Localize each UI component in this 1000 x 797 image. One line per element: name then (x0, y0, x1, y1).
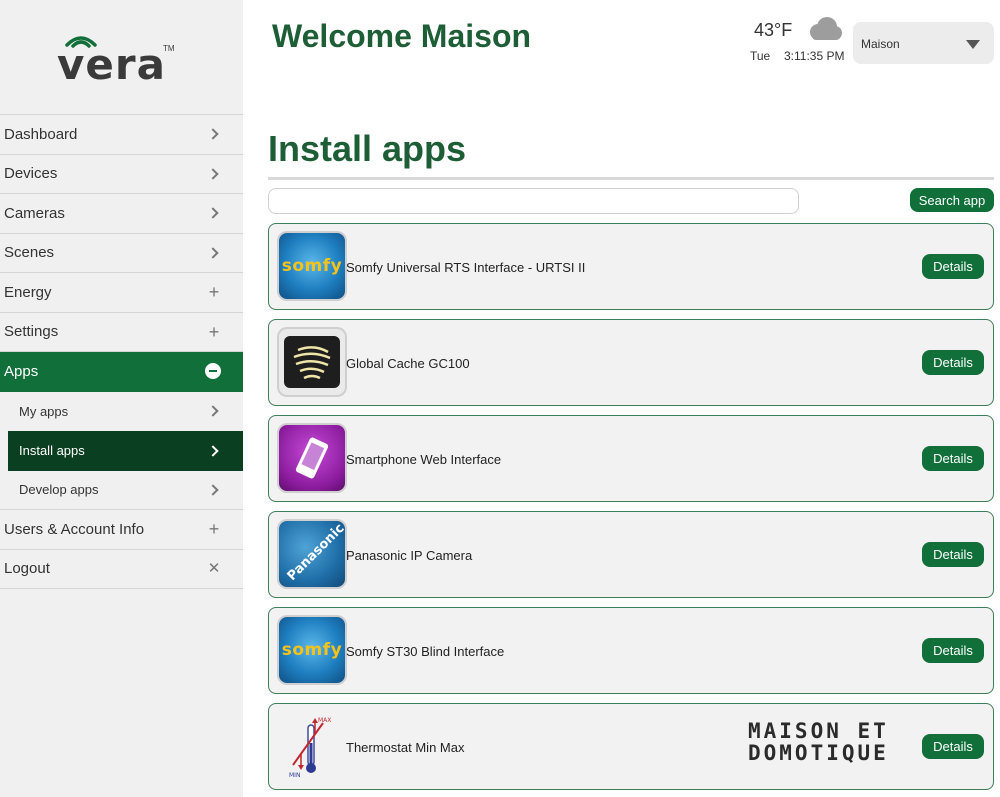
close-icon: ✕ (207, 560, 221, 578)
logo-trademark: TM (163, 44, 175, 53)
watermark-line-1: MAISON ET (748, 719, 889, 743)
global-cache-icon[interactable] (279, 329, 345, 395)
plus-icon: + (208, 321, 220, 342)
app-name: Panasonic IP Camera (346, 548, 473, 563)
sidebar-item-logout[interactable]: Logout ✕ (0, 550, 243, 589)
app-name: Smartphone Web Interface (346, 452, 502, 467)
temperature: 43°F (754, 20, 793, 40)
chevron-right-icon (207, 445, 219, 457)
sidebar-subitem-label: Develop apps (19, 482, 99, 498)
thermometer-graphic-icon: MAX MIN (289, 717, 331, 779)
minus-circle-icon (205, 363, 221, 380)
sidebar-item-label: Energy (4, 283, 52, 301)
logo-text: vera (57, 40, 166, 89)
somfy-logo-text: somfy (281, 256, 343, 276)
sidebar-item-label: Apps (4, 362, 39, 380)
chevron-right-icon (207, 128, 219, 140)
chevron-right-icon (207, 207, 219, 219)
sidebar-item-dashboard[interactable]: Dashboard (0, 115, 243, 155)
sidebar-item-cameras[interactable]: Cameras (0, 194, 243, 234)
sidebar-item-label: Users & Account Info (4, 520, 145, 538)
sidebar-item-label: Settings (4, 323, 59, 341)
panasonic-logo-icon[interactable]: Panasonic (279, 521, 345, 587)
details-button[interactable]: Details (922, 350, 984, 375)
chevron-right-icon (207, 484, 219, 496)
thermo-max-label: MAX (318, 717, 331, 724)
phone-shape-icon (295, 437, 329, 479)
sidebar-subitem-develop-apps[interactable]: Develop apps (0, 471, 243, 510)
chevron-right-icon (207, 405, 219, 417)
sidebar-item-scenes[interactable]: Scenes (0, 234, 243, 273)
sidebar-item-users-account[interactable]: Users & Account Info + (0, 510, 243, 550)
vera-logo[interactable]: vera TM (57, 32, 177, 89)
sidebar-item-settings[interactable]: Settings + (0, 313, 243, 352)
somfy-logo-icon[interactable]: somfy (279, 617, 345, 683)
sidebar-item-label: Logout (4, 560, 50, 578)
details-button[interactable]: Details (922, 542, 984, 567)
page-title: Install apps (268, 128, 467, 169)
somfy-logo-icon[interactable]: somfy (279, 233, 345, 299)
chevron-right-icon (207, 168, 219, 180)
thermo-min-label: MIN (289, 772, 300, 779)
plus-icon: + (208, 519, 220, 540)
smartphone-icon[interactable] (279, 425, 345, 491)
main-nav: Dashboard Devices Cameras Scenes Energy … (0, 114, 243, 589)
app-card-smartphone-web: Smartphone Web Interface Details (268, 415, 994, 502)
watermark-line-2: DOMOTIQUE (748, 741, 889, 765)
sidebar-item-devices[interactable]: Devices (0, 155, 243, 194)
sidebar-item-label: Dashboard (4, 125, 78, 143)
weather-day: Tue (750, 49, 771, 63)
search-app-button[interactable]: Search app (910, 188, 994, 212)
sidebar-item-label: Scenes (4, 244, 55, 262)
global-cache-icon-inner (284, 336, 340, 388)
somfy-logo-text: somfy (281, 640, 343, 660)
app-name: Somfy Universal RTS Interface - URTSI II (346, 260, 586, 275)
cloud-icon (810, 17, 842, 40)
global-cache-waves-icon (293, 346, 331, 380)
details-button[interactable]: Details (922, 446, 984, 471)
panasonic-logo-text: Panasonic (284, 521, 345, 584)
app-name: Thermostat Min Max (346, 740, 465, 755)
app-card-panasonic: Panasonic Panasonic IP Camera Details (268, 511, 994, 598)
maison-et-domotique-watermark: MAISON ET DOMOTIQUE (748, 720, 960, 766)
house-select[interactable]: Maison (853, 22, 994, 64)
app-card-somfy-urtsi: somfy Somfy Universal RTS Interface - UR… (268, 223, 994, 310)
app-card-global-cache: Global Cache GC100 Details (268, 319, 994, 406)
sidebar-subitem-my-apps[interactable]: My apps (0, 392, 243, 432)
sidebar-item-apps[interactable]: Apps (0, 352, 243, 392)
weather-time: 3:11:35 PM (784, 49, 845, 63)
sidebar-item-energy[interactable]: Energy + (0, 273, 243, 313)
sidebar-subitem-label: My apps (19, 403, 69, 419)
search-input[interactable] (268, 188, 799, 214)
app-card-somfy-st30: somfy Somfy ST30 Blind Interface Details (268, 607, 994, 694)
app-name: Global Cache GC100 (346, 356, 470, 371)
app-name: Somfy ST30 Blind Interface (346, 644, 505, 659)
thermometer-icon[interactable]: MAX MIN (279, 713, 345, 779)
app-list: somfy Somfy Universal RTS Interface - UR… (268, 223, 994, 797)
sidebar-subitem-label: Install apps (19, 443, 85, 459)
details-button[interactable]: Details (922, 638, 984, 663)
chevron-right-icon (207, 247, 219, 259)
sidebar-item-label: Devices (4, 165, 58, 183)
caret-down-icon (966, 40, 980, 49)
sidebar-item-label: Cameras (4, 204, 65, 222)
plus-icon: + (208, 282, 220, 303)
welcome-title: Welcome Maison (272, 18, 532, 54)
sidebar-subitem-install-apps[interactable]: Install apps (8, 431, 243, 471)
details-button[interactable]: Details (922, 254, 984, 279)
house-select-value: Maison (861, 37, 900, 51)
sidebar: vera TM Dashboard Devices Cameras Scenes… (0, 0, 243, 797)
title-divider (268, 177, 994, 180)
